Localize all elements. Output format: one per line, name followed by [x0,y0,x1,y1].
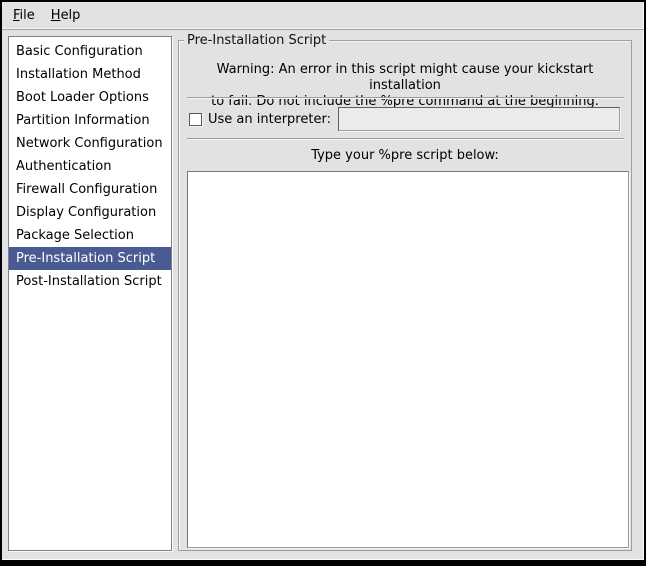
kickstart-configurator-window: File Help Basic Configuration Installati… [2,2,644,560]
sidebar-item-package-selection[interactable]: Package Selection [9,224,171,247]
use-interpreter-label: Use an interpreter: [202,112,338,127]
pre-installation-script-panel: Pre-Installation Script Warning: An erro… [178,40,632,551]
file-menu-label-rest: ile [20,8,35,23]
sidebar-item-basic-configuration[interactable]: Basic Configuration [9,40,171,63]
separator [187,97,624,99]
interpreter-row: Use an interpreter: [189,106,620,132]
menu-bar: File Help [2,2,644,30]
sidebar-item-display-configuration[interactable]: Display Configuration [9,201,171,224]
pre-script-textarea[interactable] [187,171,629,548]
interpreter-input[interactable] [338,107,620,131]
sidebar-item-installation-method[interactable]: Installation Method [9,63,171,86]
sidebar-item-boot-loader-options[interactable]: Boot Loader Options [9,86,171,109]
panel-title: Pre-Installation Script [184,33,329,48]
help-menu-mnemonic: H [51,8,61,23]
separator [187,138,624,140]
script-instruction-label: Type your %pre script below: [179,148,631,163]
menu-item-file[interactable]: File [5,4,43,27]
sidebar-item-network-configuration[interactable]: Network Configuration [9,132,171,155]
sidebar-item-firewall-configuration[interactable]: Firewall Configuration [9,178,171,201]
warning-text: Warning: An error in this script might c… [185,62,625,110]
use-interpreter-checkbox[interactable] [189,113,202,126]
warning-line-1: Warning: An error in this script might c… [185,62,625,94]
sidebar-list: Basic Configuration Installation Method … [8,36,172,551]
help-menu-label-rest: elp [61,8,81,23]
sidebar-item-pre-installation-script[interactable]: Pre-Installation Script [9,247,171,270]
sidebar-item-partition-information[interactable]: Partition Information [9,109,171,132]
sidebar-item-post-installation-script[interactable]: Post-Installation Script [9,270,171,293]
menu-item-help[interactable]: Help [43,4,89,27]
sidebar-item-authentication[interactable]: Authentication [9,155,171,178]
